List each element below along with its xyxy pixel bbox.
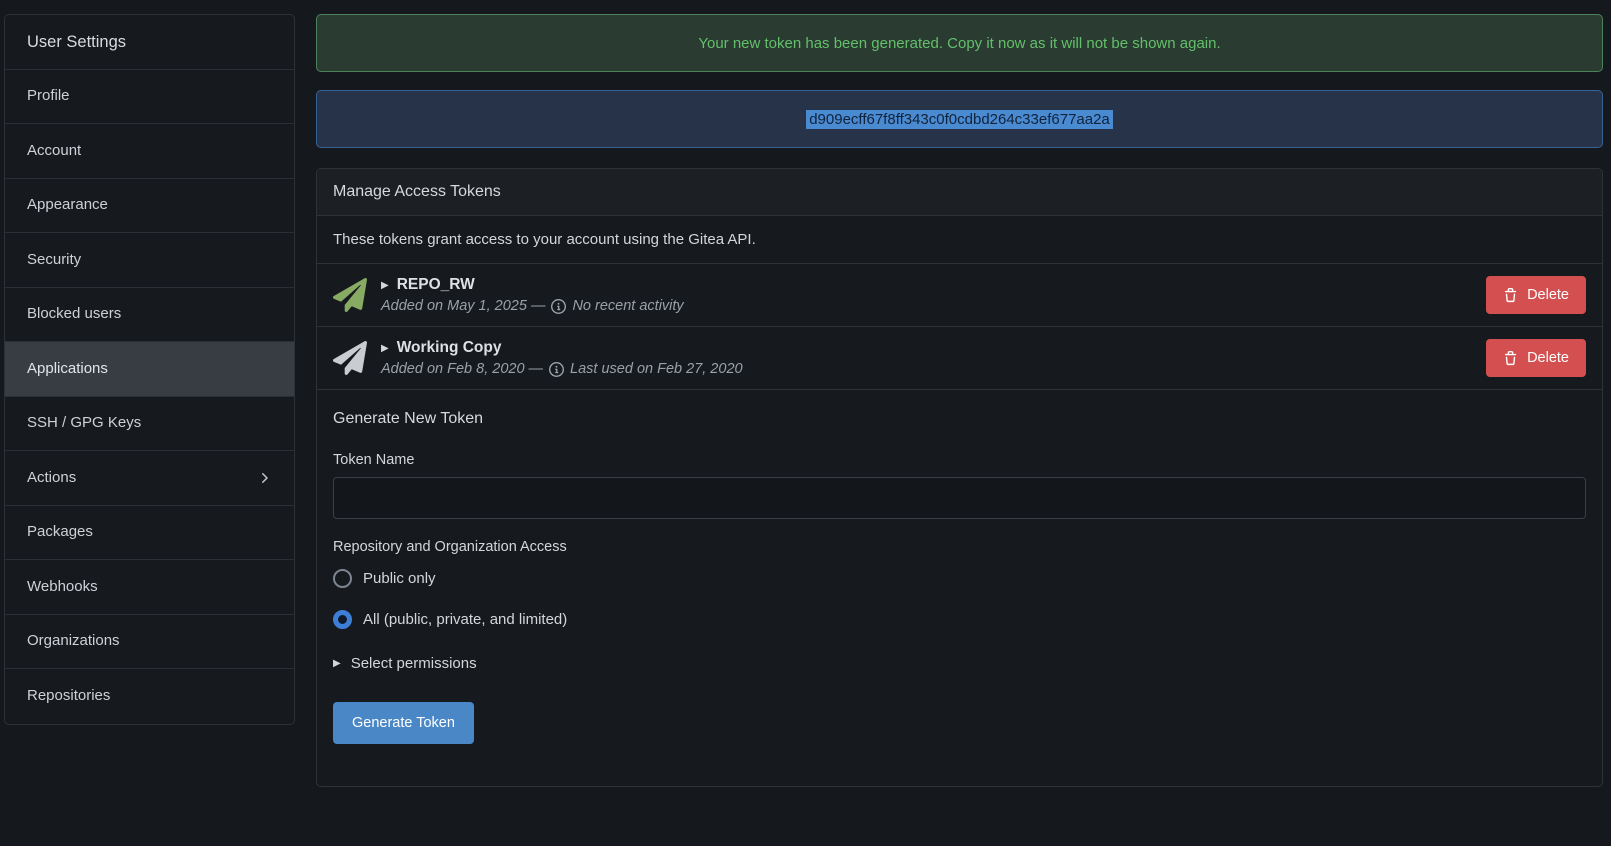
generate-token-button[interactable]: Generate Token — [333, 702, 474, 744]
sidebar-item-blocked-users[interactable]: Blocked users — [5, 288, 294, 343]
generate-heading: Generate New Token — [333, 410, 1586, 428]
sidebar-item-account[interactable]: Account — [5, 124, 294, 179]
success-banner: Your new token has been generated. Copy … — [316, 14, 1603, 72]
triangle-collapsed-icon: ▶ — [381, 280, 389, 291]
radio-public-only[interactable]: Public only — [333, 561, 1586, 596]
sidebar-item-webhooks[interactable]: Webhooks — [5, 560, 294, 615]
token-row: ▶ Working Copy Added on Feb 8, 2020 — La… — [317, 327, 1602, 390]
info-icon — [549, 362, 564, 377]
radio-icon — [333, 569, 352, 588]
access-tokens-panel: Manage Access Tokens These tokens grant … — [316, 168, 1603, 787]
delete-token-button[interactable]: Delete — [1486, 339, 1586, 377]
success-banner-text: Your new token has been generated. Copy … — [698, 35, 1220, 52]
sidebar-item-actions[interactable]: Actions — [5, 451, 294, 506]
panel-description: These tokens grant access to your accoun… — [317, 216, 1602, 264]
paper-plane-icon — [333, 341, 367, 375]
generate-token-section: Generate New Token Token Name Repository… — [317, 390, 1602, 786]
sidebar-item-repositories[interactable]: Repositories — [5, 669, 294, 724]
sidebar-item-profile[interactable]: Profile — [5, 70, 294, 125]
paper-plane-icon — [333, 278, 367, 312]
sidebar-item-ssh-gpg-keys[interactable]: SSH / GPG Keys — [5, 397, 294, 452]
token-meta: Added on May 1, 2025 — No recent activit… — [381, 298, 1486, 314]
sidebar-item-packages[interactable]: Packages — [5, 506, 294, 561]
triangle-collapsed-icon: ▶ — [381, 343, 389, 354]
sidebar-item-organizations[interactable]: Organizations — [5, 615, 294, 670]
panel-title: Manage Access Tokens — [317, 169, 1602, 216]
token-expand-toggle[interactable]: ▶ Working Copy — [381, 339, 1486, 357]
radio-checked-icon — [333, 610, 352, 629]
token-name: Working Copy — [397, 339, 502, 357]
token-name: REPO_RW — [397, 276, 475, 294]
main-content: Your new token has been generated. Copy … — [316, 14, 1603, 787]
access-scope-label: Repository and Organization Access — [333, 539, 1586, 555]
new-token-box: d909ecff67f8ff343c0f0cdbd264c33ef677aa2a — [316, 90, 1603, 148]
sidebar-item-security[interactable]: Security — [5, 233, 294, 288]
token-meta: Added on Feb 8, 2020 — Last used on Feb … — [381, 361, 1486, 377]
delete-token-button[interactable]: Delete — [1486, 276, 1586, 314]
trash-icon — [1503, 288, 1518, 303]
select-permissions-toggle[interactable]: ▶ Select permissions — [333, 655, 1586, 672]
settings-page: User Settings Profile Account Appearance… — [0, 0, 1611, 846]
chevron-right-icon — [256, 470, 272, 486]
new-token-value[interactable]: d909ecff67f8ff343c0f0cdbd264c33ef677aa2a — [806, 110, 1113, 129]
sidebar-item-applications[interactable]: Applications — [5, 342, 294, 397]
sidebar-item-appearance[interactable]: Appearance — [5, 179, 294, 234]
triangle-collapsed-icon: ▶ — [333, 658, 341, 669]
trash-icon — [1503, 351, 1518, 366]
token-name-label: Token Name — [333, 452, 1586, 468]
settings-sidebar: User Settings Profile Account Appearance… — [4, 14, 295, 725]
radio-all-access[interactable]: All (public, private, and limited) — [333, 602, 1586, 637]
info-icon — [551, 299, 566, 314]
token-name-input[interactable] — [333, 477, 1586, 519]
token-row: ▶ REPO_RW Added on May 1, 2025 — No rece… — [317, 264, 1602, 327]
token-expand-toggle[interactable]: ▶ REPO_RW — [381, 276, 1486, 294]
sidebar-title: User Settings — [5, 15, 294, 70]
